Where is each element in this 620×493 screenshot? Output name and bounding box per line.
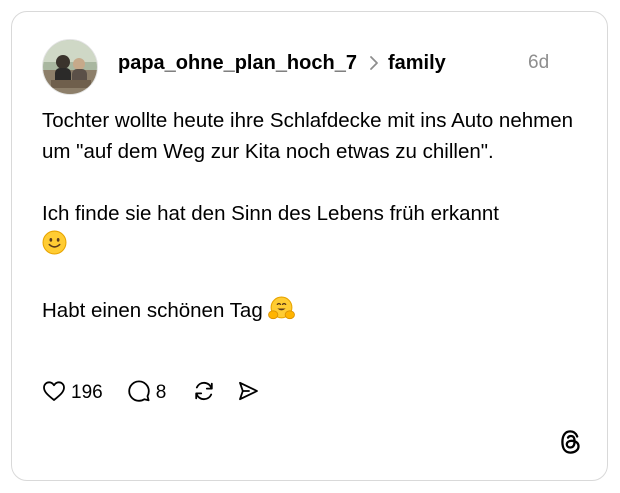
share-icon — [236, 379, 260, 408]
threads-logo-icon[interactable] — [558, 428, 584, 456]
like-count: 196 — [71, 382, 103, 403]
post-paragraph-text: Ich finde sie hat den Sinn des Lebens fr… — [42, 202, 500, 225]
post-time[interactable]: 6d — [528, 50, 549, 76]
avatar[interactable] — [42, 39, 98, 95]
hugging-face-emoji-icon — [268, 296, 296, 330]
repost-button[interactable] — [192, 379, 216, 408]
community-tag[interactable]: family — [388, 52, 446, 75]
reply-count: 8 — [155, 382, 167, 403]
author-name[interactable]: papa_ohne_plan_hoch_7 — [118, 52, 357, 75]
share-button[interactable] — [236, 379, 260, 408]
post-paragraph: Ich finde sie hat den Sinn des Lebens fr… — [42, 198, 587, 264]
chevron-right-icon — [363, 55, 385, 71]
smiling-face-emoji-icon — [42, 230, 67, 264]
reply-button[interactable]: 8 — [127, 379, 167, 408]
post-paragraph-text: Habt einen schönen Tag — [42, 299, 263, 322]
post-header: papa_ohne_plan_hoch_7 family — [118, 50, 446, 76]
post-card[interactable]: papa_ohne_plan_hoch_7 family 6d Tochter … — [11, 11, 608, 481]
post-body: Tochter wollte heute ihre Schlafdecke mi… — [42, 105, 587, 330]
comment-icon — [127, 379, 151, 408]
action-bar: 196 8 — [42, 378, 260, 408]
heart-icon — [42, 380, 66, 407]
post-paragraph: Tochter wollte heute ihre Schlafdecke mi… — [42, 109, 574, 163]
like-button[interactable]: 196 — [42, 380, 103, 407]
post-paragraph: Habt einen schönen Tag — [42, 295, 587, 330]
repost-icon — [192, 379, 216, 408]
